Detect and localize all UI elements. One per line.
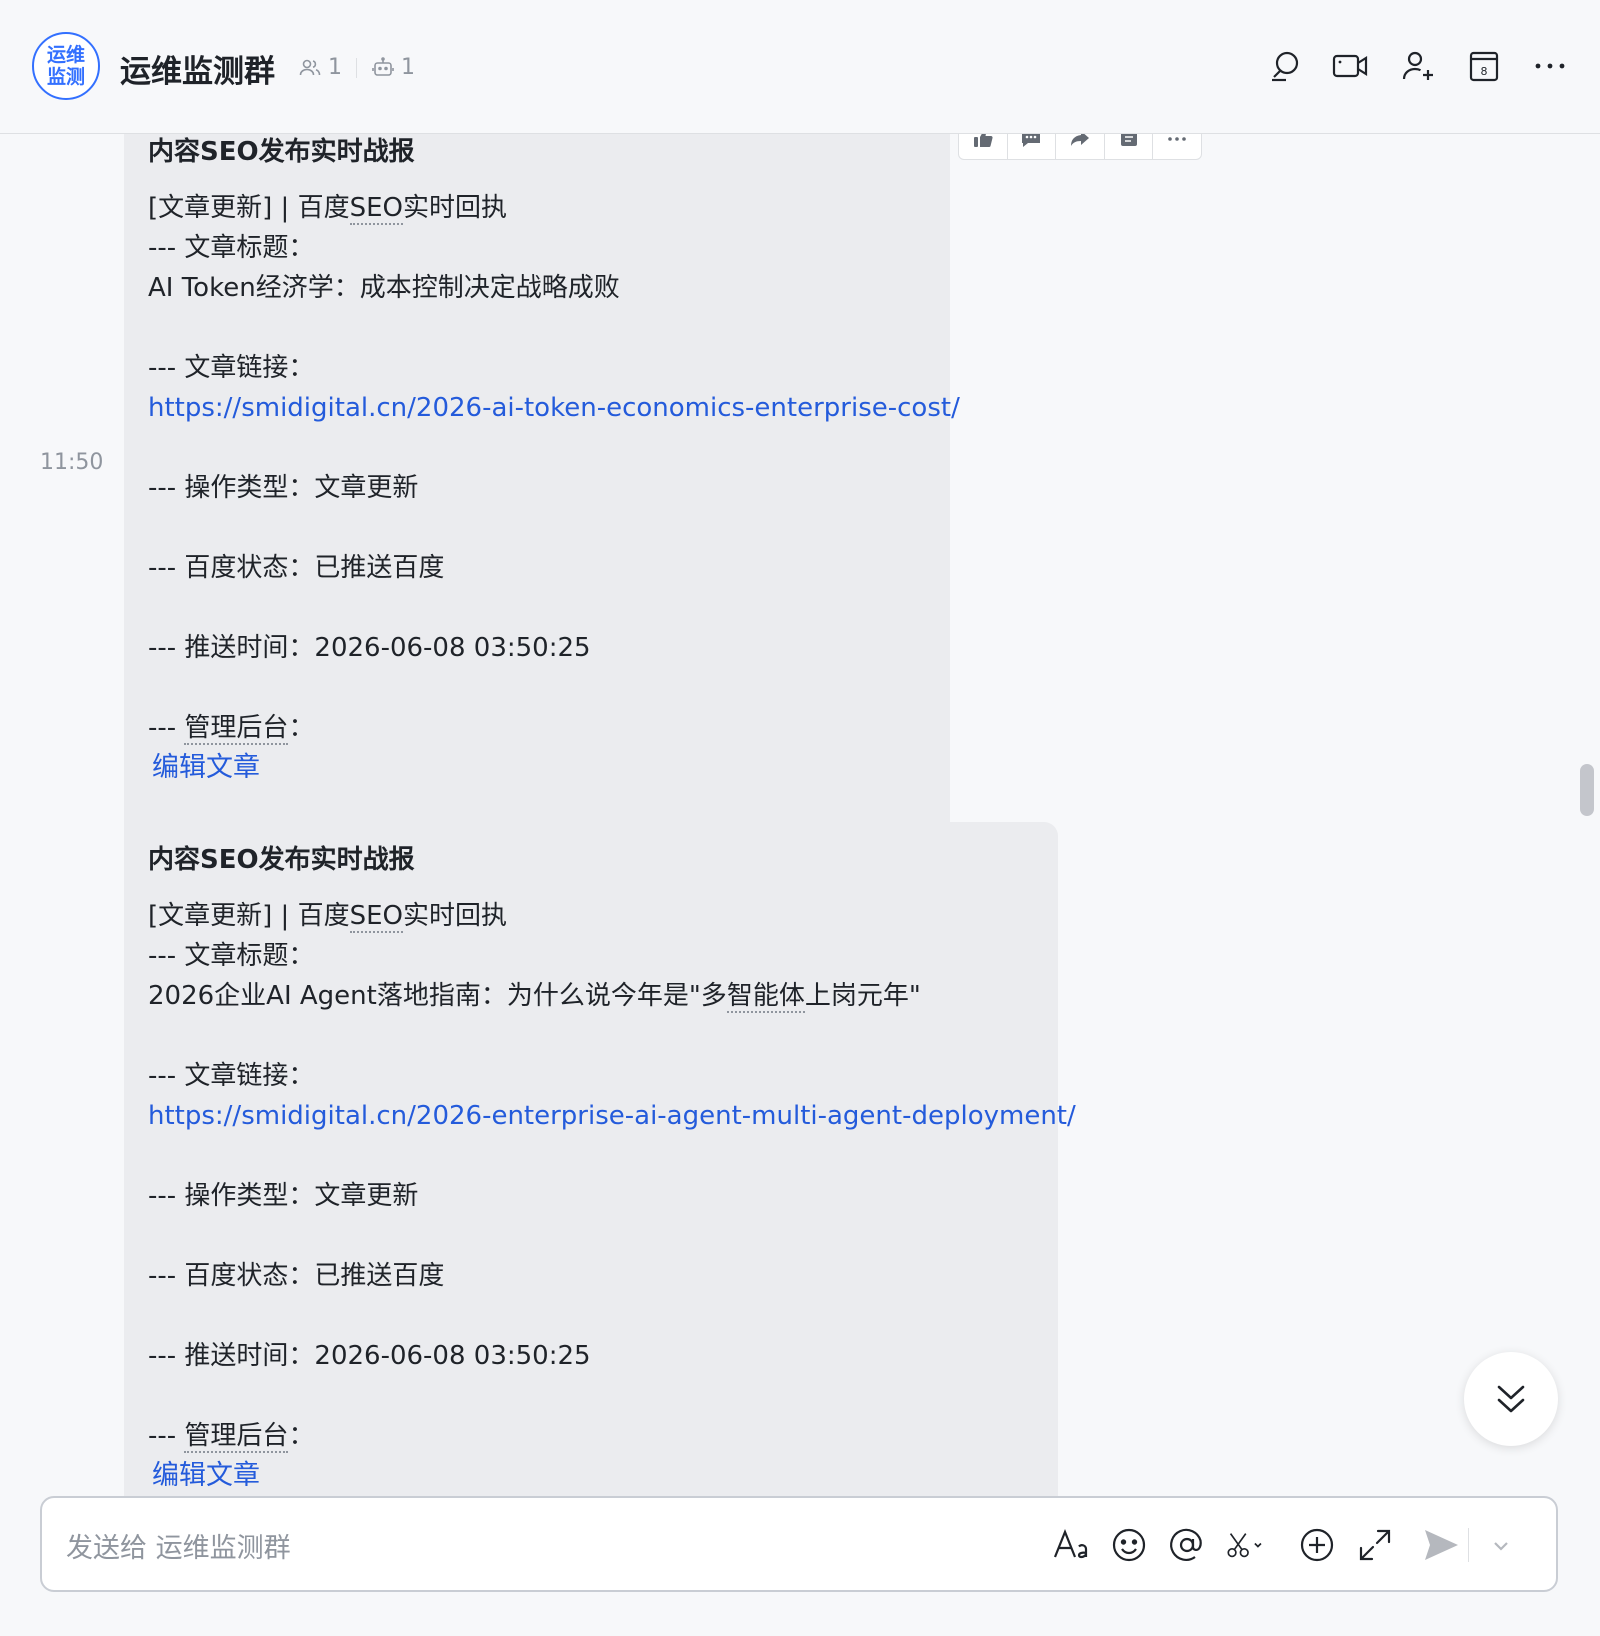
group-avatar[interactable]: 运维 监测 (32, 32, 100, 100)
reply-icon[interactable] (1008, 134, 1057, 159)
mention-icon[interactable] (1168, 1526, 1206, 1564)
baidu-status: --- 百度状态：已推送百度 (148, 1261, 445, 1291)
admin-line: --- 管理后台： (148, 708, 926, 748)
card-title: 内容SEO发布实时战报 (148, 137, 415, 167)
expand-icon[interactable] (1356, 1526, 1394, 1564)
avatar-text-line2: 监测 (46, 66, 85, 88)
calendar-icon[interactable]: 8 (1466, 48, 1502, 84)
baidu-status: --- 百度状态：已推送百度 (148, 553, 445, 583)
text-segment: 实时回执 (402, 901, 507, 931)
members-icon (299, 59, 321, 75)
title-label: --- 文章标题： (148, 233, 315, 263)
text-segment: 实时回执 (402, 193, 507, 223)
article-title: AI Token经济学：成本控制决定战略成败 (148, 273, 620, 303)
text-segment: --- (148, 713, 185, 743)
text-segment: --- (148, 1421, 185, 1451)
edit-article-link[interactable]: 编辑文章 (148, 1456, 260, 1496)
plus-icon[interactable] (1298, 1526, 1336, 1564)
card-title: 内容SEO发布实时战报 (148, 845, 415, 875)
message-input[interactable]: 发送给 运维监测群 (66, 1526, 291, 1565)
keyword-admin[interactable]: 管理后台 (184, 1421, 289, 1453)
text-segment: 2026企业AI Agent落地指南：为什么说今年是"多 (148, 981, 727, 1011)
keyword-multi-agent[interactable]: 智能体 (726, 981, 805, 1013)
keyword-admin[interactable]: 管理后台 (184, 713, 289, 745)
article-link[interactable]: https://smidigital.cn/2026-ai-token-econ… (148, 393, 960, 423)
calendar-day: 8 (1481, 65, 1488, 78)
title-label: --- 文章标题： (148, 941, 315, 971)
operation-type: --- 操作类型：文章更新 (148, 1181, 419, 1211)
admin-line: --- 管理后台： (148, 1416, 1034, 1456)
scroll-to-bottom-button[interactable] (1464, 1352, 1558, 1446)
bot-count-value: 1 (401, 55, 415, 80)
message-line: [文章更新] | 百度SEO实时回执 (148, 188, 926, 228)
operation-type: --- 操作类型：文章更新 (148, 473, 419, 503)
text-segment: [文章更新] | 百度 (148, 193, 350, 223)
video-call-icon[interactable] (1332, 48, 1368, 84)
article-title: 2026企业AI Agent落地指南：为什么说今年是"多智能体上岗元年" (148, 976, 1034, 1016)
scrollbar-thumb[interactable] (1580, 764, 1594, 816)
emoji-icon[interactable] (1110, 1526, 1148, 1564)
keyword-seo[interactable]: SEO (349, 193, 403, 225)
edit-article-link[interactable]: 编辑文章 (148, 748, 260, 788)
text-segment: [文章更新] | 百度 (148, 901, 350, 931)
article-link[interactable]: https://smidigital.cn/2026-enterprise-ai… (148, 1101, 1076, 1131)
search-icon[interactable] (1268, 48, 1304, 84)
group-meta: 1 1 (298, 55, 415, 80)
double-chevron-down-icon (1497, 1385, 1525, 1413)
screenshot-icon[interactable] (1226, 1526, 1276, 1564)
text-segment: ： (288, 1421, 315, 1451)
member-count-value: 1 (328, 55, 342, 80)
message-line: [文章更新] | 百度SEO实时回执 (148, 896, 1034, 936)
push-time: --- 推送时间：2026-06-08 03:50:25 (148, 633, 591, 663)
group-title[interactable]: 运维监测群 (120, 46, 275, 91)
member-count[interactable]: 1 (298, 55, 342, 80)
more-icon[interactable] (1532, 48, 1568, 84)
message-input-box[interactable]: 发送给 运维监测群 (40, 1496, 1558, 1592)
text-segment: 上岗元年" (804, 981, 921, 1011)
send-options-icon[interactable] (1482, 1526, 1508, 1564)
bot-icon (372, 56, 394, 76)
message-time: 11:50 (40, 450, 104, 475)
bot-count[interactable]: 1 (371, 55, 415, 80)
message-list[interactable]: 11:50 内容SEO发布实时战报 [文章更新] | 百度SEO实时回执 ---… (0, 134, 1600, 1496)
push-time: --- 推送时间：2026-06-08 03:50:25 (148, 1341, 591, 1371)
more-icon[interactable] (1153, 134, 1201, 159)
message-bubble[interactable]: 内容SEO发布实时战报 [文章更新] | 百度SEO实时回执 --- 文章标题：… (124, 134, 960, 942)
meta-divider (356, 57, 357, 78)
pin-icon[interactable] (1105, 134, 1154, 159)
chat-header: 运维 监测 运维监测群 1 1 8 (0, 0, 1600, 134)
send-divider (1468, 1528, 1469, 1562)
message-action-bar (958, 134, 1202, 160)
font-format-icon[interactable] (1052, 1526, 1090, 1564)
message-bubble[interactable]: 内容SEO发布实时战报 [文章更新] | 百度SEO实时回执 --- 文章标题：… (124, 822, 1076, 1496)
forward-icon[interactable] (1056, 134, 1105, 159)
text-segment: ： (288, 713, 315, 743)
send-icon[interactable] (1422, 1526, 1460, 1564)
link-label: --- 文章链接： (148, 1061, 315, 1091)
thumbs-up-icon[interactable] (959, 134, 1008, 159)
avatar-text-line1: 运维 (46, 44, 85, 66)
add-member-icon[interactable] (1400, 48, 1436, 84)
keyword-seo[interactable]: SEO (349, 901, 403, 933)
link-label: --- 文章链接： (148, 353, 315, 383)
